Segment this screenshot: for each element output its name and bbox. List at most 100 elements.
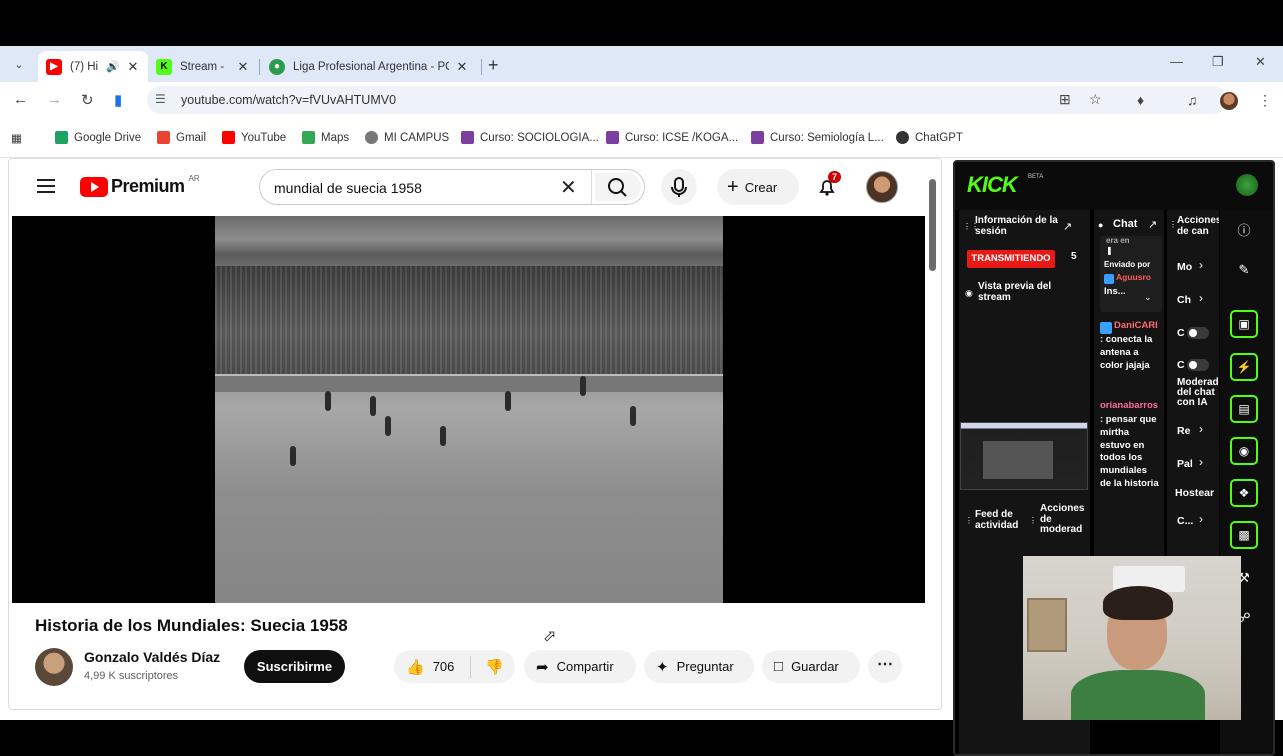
bookmark-curso-icse[interactable]: Curso: ICSE /KOGA... bbox=[606, 131, 738, 144]
bookmark-youtube[interactable]: YouTube bbox=[222, 131, 286, 144]
footballer bbox=[580, 376, 586, 396]
back-icon[interactable]: ← bbox=[13, 91, 28, 108]
lightning-icon[interactable]: ⚡ bbox=[1230, 353, 1258, 381]
kick-avatar[interactable] bbox=[1236, 174, 1258, 196]
create-button[interactable]: + Crear bbox=[717, 169, 799, 205]
reading-list-icon[interactable]: ▮ bbox=[114, 91, 122, 109]
close-window-icon[interactable]: ✕ bbox=[1255, 54, 1266, 70]
channel-name[interactable]: Gonzalo Valdés Díaz bbox=[84, 649, 220, 665]
footballer bbox=[630, 406, 636, 426]
action-item[interactable]: Pal bbox=[1177, 457, 1193, 471]
drag-handle-icon[interactable]: ⋮ bbox=[1169, 220, 1177, 229]
omnibox[interactable]: ☰ youtube.com/watch?v=fVUvAHTUMV0 ⊞ ☆ bbox=[147, 86, 1227, 114]
pinned-message[interactable]: era en ❚ Enviado por Aguusro Ins... ⌄ bbox=[1100, 236, 1162, 312]
chat-username[interactable]: DaniCARI bbox=[1114, 320, 1158, 333]
chrome-menu-icon[interactable]: ⋮ bbox=[1258, 92, 1272, 109]
extensions-icon[interactable]: ♦ bbox=[1137, 92, 1144, 108]
reload-icon[interactable]: ↻ bbox=[81, 91, 94, 109]
action-item[interactable]: Re bbox=[1177, 424, 1190, 438]
tab-youtube[interactable]: ▶ (7) Hi 🔊 ✕ bbox=[38, 51, 148, 82]
bookmark-maps[interactable]: Maps bbox=[302, 131, 349, 144]
host-action[interactable]: Hostear bbox=[1175, 486, 1214, 500]
broadcast-icon[interactable]: ❖ bbox=[1230, 479, 1258, 507]
search-input[interactable]: mundial de suecia 1958 bbox=[274, 180, 422, 196]
youtube-premium-logo[interactable]: Premium AR bbox=[80, 174, 200, 197]
info-icon[interactable]: ⓘ bbox=[1234, 220, 1254, 240]
bookmark-chatgpt[interactable]: ChatGPT bbox=[896, 131, 963, 144]
pinned-more: Ins... bbox=[1104, 286, 1126, 297]
notes-icon[interactable]: ▤ bbox=[1230, 395, 1258, 423]
video-player[interactable] bbox=[12, 216, 925, 603]
tab-search-icon[interactable]: ⌄ bbox=[10, 56, 28, 74]
chat-message-text: : conecta la antena a color jajaja bbox=[1100, 334, 1153, 371]
restore-icon[interactable]: ❐ bbox=[1212, 54, 1224, 70]
more-actions-icon[interactable]: ⋯ bbox=[868, 650, 902, 683]
bookmark-google-drive[interactable]: Google Drive bbox=[55, 131, 141, 144]
close-tab-icon[interactable]: ✕ bbox=[455, 59, 469, 75]
apps-grid-icon[interactable]: ▦ bbox=[11, 131, 22, 145]
chevron-right-icon[interactable]: › bbox=[1199, 258, 1203, 272]
tab-liga[interactable]: ● Liga Profesional Argentina - PO ✕ bbox=[261, 51, 477, 82]
toggle-switch[interactable] bbox=[1187, 327, 1209, 339]
dislike-icon[interactable]: 👎 bbox=[485, 658, 504, 676]
globe-favicon-icon: ● bbox=[269, 58, 285, 75]
profile-avatar[interactable] bbox=[1220, 92, 1238, 110]
url-text[interactable]: youtube.com/watch?v=fVUvAHTUMV0 bbox=[181, 93, 396, 107]
scrollbar-thumb[interactable] bbox=[929, 179, 936, 271]
action-item[interactable]: Ch bbox=[1177, 293, 1191, 307]
bookmark-mi-campus[interactable]: MI CAMPUS bbox=[365, 131, 449, 144]
chevron-right-icon[interactable]: › bbox=[1199, 291, 1203, 305]
session-info-title: Información de la sesión bbox=[975, 215, 1058, 237]
forward-icon[interactable]: → bbox=[47, 91, 62, 108]
chevron-down-icon[interactable]: ⌄ bbox=[1144, 292, 1152, 303]
action-item[interactable]: Mo bbox=[1177, 260, 1192, 274]
popout-icon[interactable]: ↗ bbox=[1148, 218, 1157, 231]
share-button[interactable]: ➦ Compartir bbox=[524, 650, 636, 683]
chevron-right-icon[interactable]: › bbox=[1199, 512, 1203, 526]
stream-tool-icon[interactable]: ▣ bbox=[1230, 310, 1258, 338]
search-box[interactable]: mundial de suecia 1958 ✕ bbox=[259, 169, 645, 205]
bookmark-curso-sociologia[interactable]: Curso: SOCIOLOGIA... bbox=[461, 131, 599, 144]
search-icon bbox=[608, 178, 627, 197]
install-app-icon[interactable]: ⊞ bbox=[1059, 91, 1071, 108]
search-button[interactable] bbox=[595, 173, 641, 201]
actions-title: Acciones de can bbox=[1177, 216, 1219, 237]
like-count[interactable]: 706 bbox=[433, 659, 455, 674]
chat-tool-icon[interactable]: ◉ bbox=[1230, 437, 1258, 465]
bookmark-curso-semiologia[interactable]: Curso: Semiología L... bbox=[751, 131, 884, 144]
clear-search-icon[interactable]: ✕ bbox=[560, 175, 577, 200]
stadium-fence bbox=[215, 374, 723, 392]
menu-icon[interactable] bbox=[37, 179, 55, 193]
popout-icon[interactable]: ↗ bbox=[1063, 220, 1072, 233]
voice-search-button[interactable] bbox=[661, 169, 697, 205]
close-tab-icon[interactable]: ✕ bbox=[236, 59, 250, 75]
speaker-icon[interactable]: 🔊 bbox=[106, 60, 120, 73]
stream-preview-thumbnail[interactable] bbox=[960, 422, 1088, 490]
site-info-icon[interactable]: ☰ bbox=[155, 92, 166, 106]
chat-username[interactable]: orianabarros bbox=[1100, 400, 1158, 413]
new-tab-icon[interactable]: + bbox=[488, 55, 499, 76]
bookmark-gmail[interactable]: Gmail bbox=[157, 131, 206, 144]
layout-icon[interactable]: ▩ bbox=[1230, 521, 1258, 549]
channel-avatar[interactable] bbox=[35, 648, 73, 686]
chevron-right-icon[interactable]: › bbox=[1199, 422, 1203, 436]
media-controls-icon[interactable]: ♫ bbox=[1187, 92, 1198, 108]
tab-kick[interactable]: K Stream - ✕ bbox=[148, 51, 258, 82]
edit-icon[interactable]: ✎ bbox=[1234, 262, 1254, 282]
save-button[interactable]: □ Guardar bbox=[762, 650, 860, 683]
drag-handle-icon[interactable]: ⋮ bbox=[1029, 516, 1037, 525]
tab-title: Liga Profesional Argentina - PO bbox=[293, 60, 449, 73]
minimize-icon[interactable]: — bbox=[1170, 54, 1183, 69]
kick-logo[interactable]: KICK bbox=[967, 172, 1018, 198]
close-tab-icon[interactable]: ✕ bbox=[126, 59, 140, 75]
subscribe-button[interactable]: Suscribirme bbox=[244, 650, 345, 683]
toggle-switch[interactable] bbox=[1187, 359, 1209, 371]
notifications-button[interactable]: 7 bbox=[817, 171, 842, 197]
ask-button[interactable]: ✦ Preguntar bbox=[644, 650, 754, 683]
bookmark-star-icon[interactable]: ☆ bbox=[1089, 91, 1102, 108]
drag-handle-icon[interactable]: ⋮ bbox=[965, 516, 973, 525]
like-icon[interactable]: 👍 bbox=[406, 658, 425, 676]
chevron-right-icon[interactable]: › bbox=[1199, 455, 1203, 469]
account-avatar[interactable] bbox=[866, 171, 898, 203]
action-item[interactable]: C... bbox=[1177, 514, 1193, 528]
